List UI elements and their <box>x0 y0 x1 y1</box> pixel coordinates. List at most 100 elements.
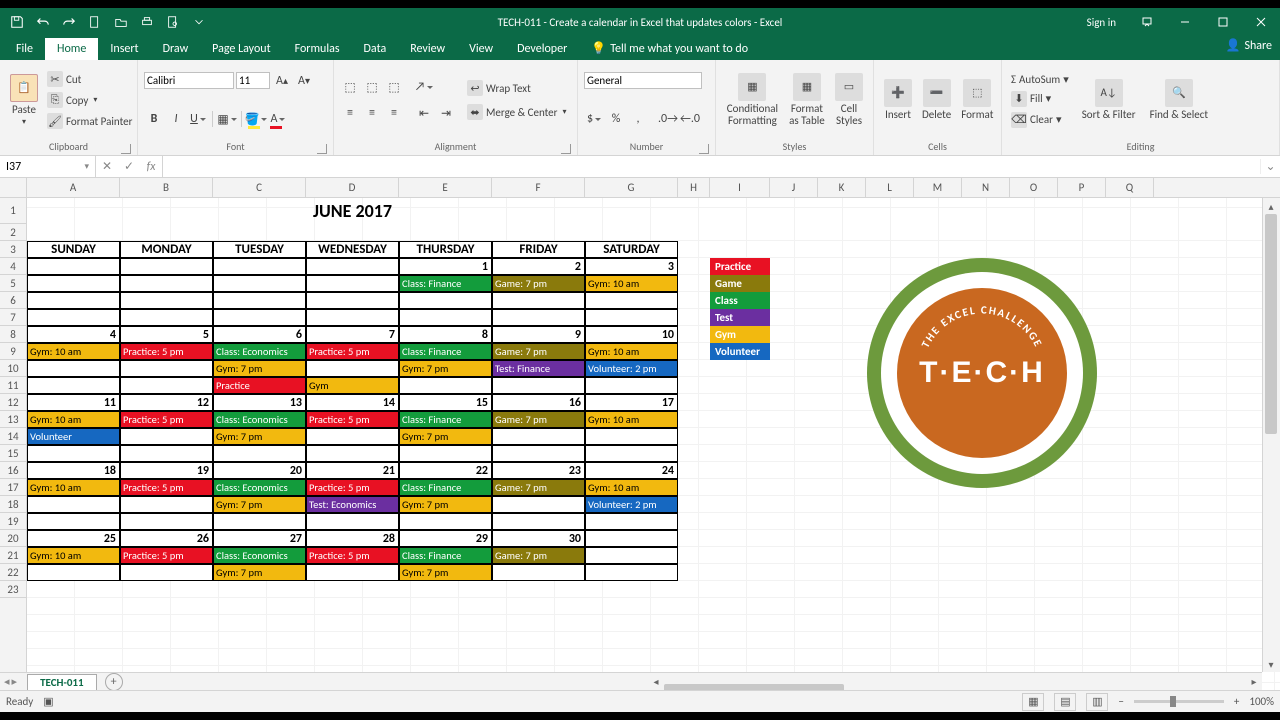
column-header[interactable]: K <box>818 178 866 197</box>
cell[interactable] <box>27 275 120 292</box>
row-header[interactable]: 2 <box>0 224 26 241</box>
cell[interactable]: Class: Finance <box>399 411 492 428</box>
cell[interactable] <box>120 275 213 292</box>
cell[interactable]: Test: Economics <box>306 496 399 513</box>
cell[interactable] <box>27 445 120 462</box>
find-select-button[interactable]: 🔍Find & Select <box>1146 77 1212 123</box>
cell[interactable] <box>306 275 399 292</box>
underline-button[interactable]: U <box>188 109 208 129</box>
cell[interactable] <box>585 445 678 462</box>
row-header[interactable]: 21 <box>0 547 26 564</box>
row-header[interactable]: 4 <box>0 258 26 275</box>
cell[interactable]: 27 <box>213 530 306 547</box>
cell[interactable] <box>306 292 399 309</box>
format-painter-button[interactable]: 🖌Format Painter <box>44 112 135 130</box>
cell[interactable] <box>585 292 678 309</box>
number-format-select[interactable] <box>584 72 702 89</box>
cell[interactable] <box>120 564 213 581</box>
cell[interactable]: 30 <box>492 530 585 547</box>
cell[interactable]: Gym: 7 pm <box>399 360 492 377</box>
cell[interactable]: Gym: 7 pm <box>213 360 306 377</box>
align-middle-icon[interactable]: ⬚ <box>362 77 382 97</box>
cell[interactable]: 14 <box>306 394 399 411</box>
legend-item[interactable]: Volunteer <box>710 343 770 360</box>
cell[interactable] <box>399 292 492 309</box>
cell[interactable]: Practice: 5 pm <box>120 479 213 496</box>
enter-formula-icon[interactable]: ✓ <box>118 159 140 174</box>
cell[interactable] <box>306 258 399 275</box>
page-break-view-icon[interactable]: ▥ <box>1086 693 1108 711</box>
column-header[interactable]: Q <box>1106 178 1154 197</box>
zoom-out-icon[interactable]: − <box>1118 695 1123 708</box>
clipboard-dialog-icon[interactable] <box>121 144 131 154</box>
minimize-icon[interactable] <box>1166 8 1204 36</box>
new-sheet-button[interactable]: + <box>105 673 123 691</box>
cell[interactable]: 21 <box>306 462 399 479</box>
cell[interactable]: 23 <box>492 462 585 479</box>
cell[interactable] <box>27 513 120 530</box>
comma-format-icon[interactable]: , <box>628 109 648 129</box>
column-header[interactable]: N <box>962 178 1010 197</box>
cell[interactable]: 22 <box>399 462 492 479</box>
cell[interactable]: TUESDAY <box>213 241 306 258</box>
cell[interactable] <box>306 360 399 377</box>
cell[interactable] <box>27 377 120 394</box>
cell[interactable]: Game: 7 pm <box>492 547 585 564</box>
cell[interactable] <box>27 292 120 309</box>
paste-button[interactable]: 📋 Paste ▾ <box>6 72 42 129</box>
row-header[interactable]: 1 <box>0 198 26 224</box>
cell[interactable] <box>306 445 399 462</box>
cell[interactable]: 11 <box>27 394 120 411</box>
cell[interactable]: 19 <box>120 462 213 479</box>
cell[interactable]: Gym <box>306 377 399 394</box>
row-header[interactable]: 20 <box>0 530 26 547</box>
tab-insert[interactable]: Insert <box>98 38 150 60</box>
column-header[interactable]: F <box>492 178 585 197</box>
format-cells-button[interactable]: ⬚Format <box>957 77 997 123</box>
cell[interactable]: Practice: 5 pm <box>306 411 399 428</box>
cell[interactable]: 3 <box>585 258 678 275</box>
row-header[interactable]: 10 <box>0 360 26 377</box>
cell[interactable]: Class: Finance <box>399 547 492 564</box>
cell[interactable]: Gym: 7 pm <box>399 564 492 581</box>
cell[interactable]: 24 <box>585 462 678 479</box>
font-dialog-icon[interactable] <box>317 144 327 154</box>
accounting-format-icon[interactable]: $ <box>584 109 604 129</box>
italic-button[interactable]: I <box>166 109 186 129</box>
cell[interactable] <box>492 564 585 581</box>
decrease-font-icon[interactable]: A▾ <box>294 71 314 91</box>
cell[interactable] <box>399 513 492 530</box>
row-header[interactable]: 14 <box>0 428 26 445</box>
row-header[interactable]: 13 <box>0 411 26 428</box>
redo-icon[interactable] <box>58 11 80 33</box>
cell[interactable] <box>120 360 213 377</box>
tab-data[interactable]: Data <box>352 38 399 60</box>
column-header[interactable]: P <box>1058 178 1106 197</box>
fill-color-button[interactable]: 🪣 <box>246 109 266 129</box>
scroll-up-icon[interactable]: ▴ <box>1263 198 1279 214</box>
cell[interactable] <box>213 292 306 309</box>
cell[interactable] <box>213 309 306 326</box>
cell[interactable] <box>306 428 399 445</box>
cell[interactable] <box>492 428 585 445</box>
cell[interactable]: Gym: 7 pm <box>399 428 492 445</box>
open-icon[interactable] <box>110 11 132 33</box>
row-header[interactable]: 3 <box>0 241 26 258</box>
cell[interactable]: 20 <box>213 462 306 479</box>
insert-cells-button[interactable]: ➕Insert <box>880 77 916 123</box>
cell[interactable]: Game: 7 pm <box>492 275 585 292</box>
zoom-level[interactable]: 100% <box>1249 695 1274 708</box>
first-sheet-icon[interactable]: ◂ <box>4 675 10 688</box>
cell[interactable]: Class: Economics <box>213 479 306 496</box>
cell[interactable]: 2 <box>492 258 585 275</box>
row-header[interactable]: 16 <box>0 462 26 479</box>
tab-draw[interactable]: Draw <box>151 38 201 60</box>
new-icon[interactable] <box>84 11 106 33</box>
cell[interactable] <box>306 564 399 581</box>
cell[interactable] <box>120 292 213 309</box>
cell[interactable] <box>306 309 399 326</box>
fx-icon[interactable]: fx <box>140 160 162 174</box>
cell[interactable]: 15 <box>399 394 492 411</box>
ribbon-options-icon[interactable] <box>1128 8 1166 36</box>
cell[interactable]: Class: Finance <box>399 343 492 360</box>
